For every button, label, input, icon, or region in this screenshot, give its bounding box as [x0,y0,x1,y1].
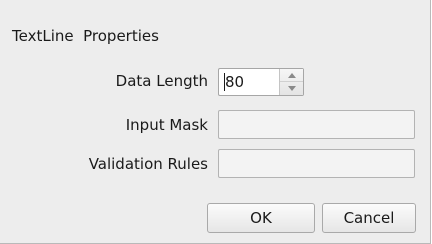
dialog-title: TextLine Properties [12,27,159,45]
input-mask-label: Input Mask [125,116,208,134]
cancel-button[interactable]: Cancel [322,203,416,233]
validation-rules-field[interactable] [218,149,415,178]
ok-button[interactable]: OK [207,203,315,233]
chevron-up-icon [287,72,296,78]
spin-down-button[interactable] [280,82,303,95]
spin-buttons [279,69,303,95]
chevron-down-icon [287,86,296,91]
input-mask-field[interactable] [218,110,415,139]
text-cursor [224,73,225,91]
data-length-label: Data Length [115,72,208,90]
validation-rules-label: Validation Rules [88,155,208,173]
spin-up-button[interactable] [280,69,303,82]
data-length-spinbox[interactable]: 80 [218,68,304,96]
data-length-value[interactable]: 80 [225,73,244,91]
textline-properties-dialog: TextLine Properties Data Length 80 Input… [0,0,431,244]
